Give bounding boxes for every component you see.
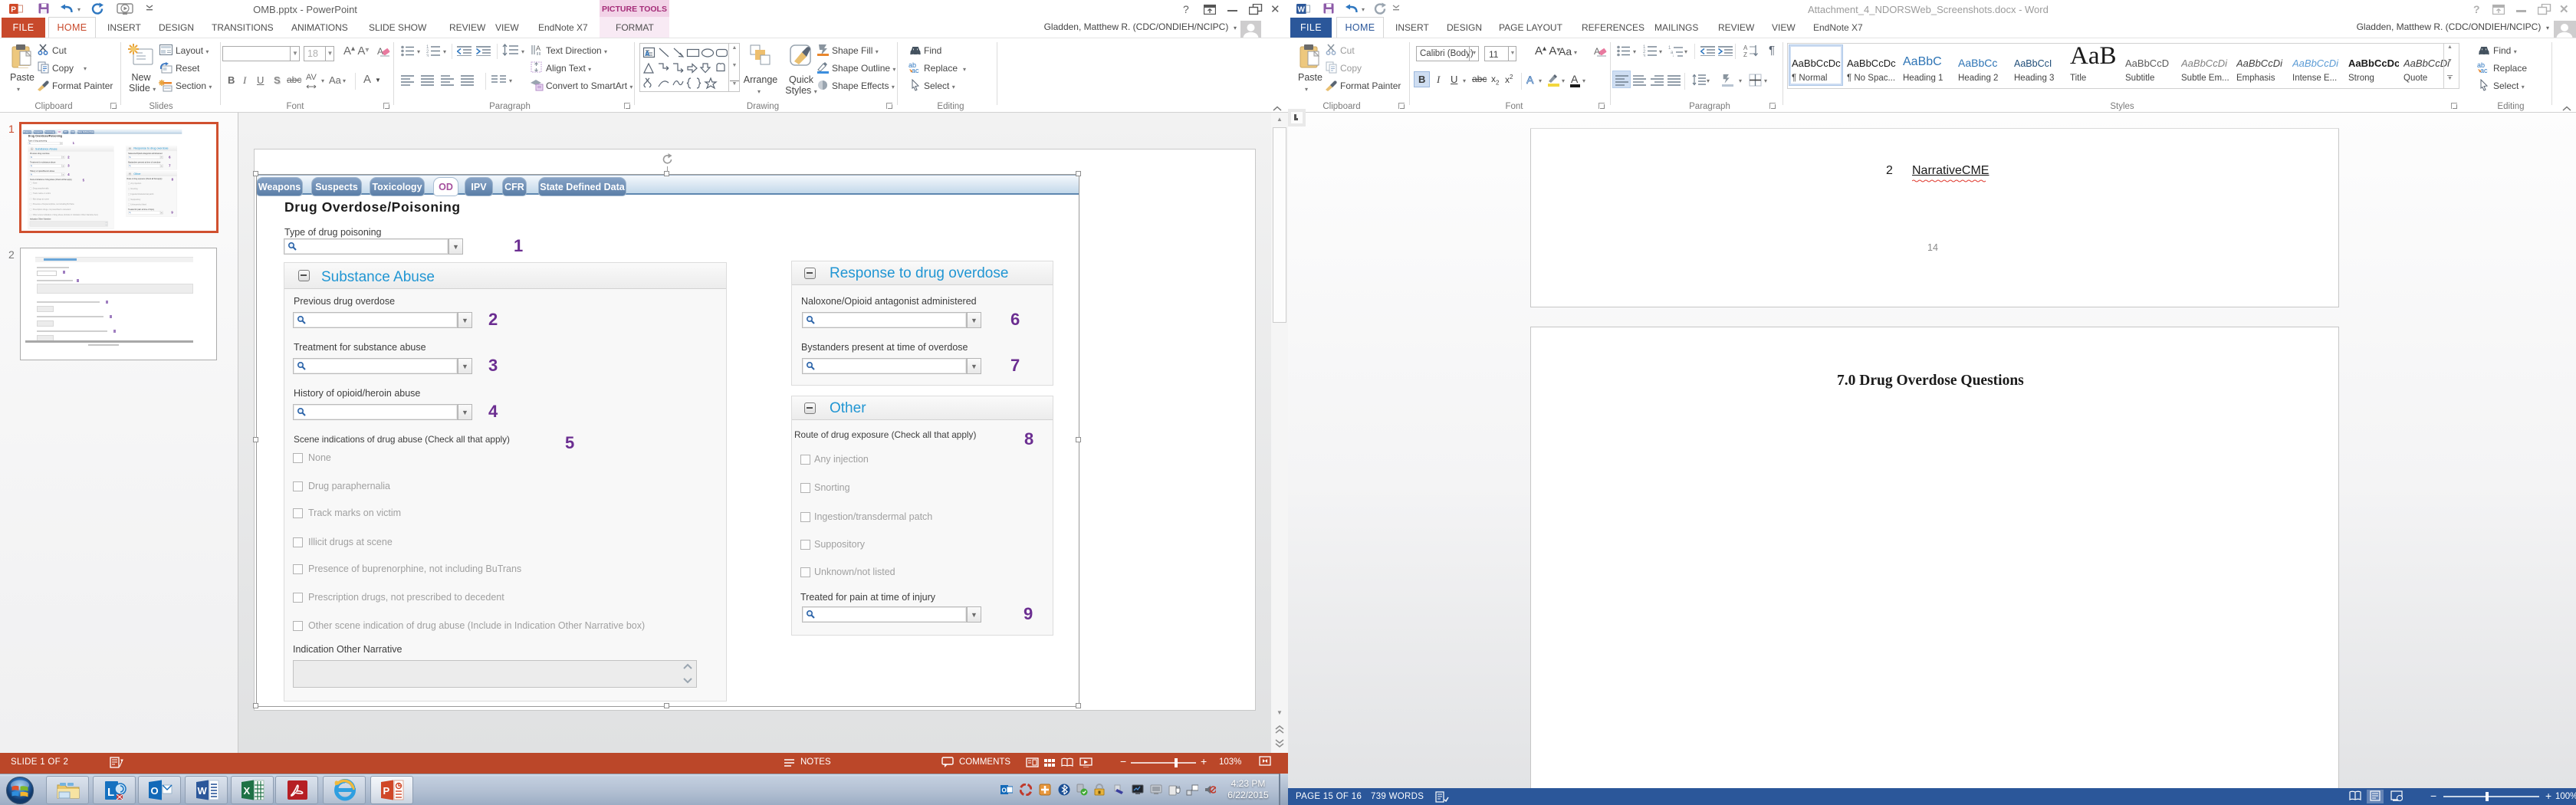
svg-text:L: L xyxy=(107,786,114,799)
svg-text:P: P xyxy=(383,785,390,797)
svg-text:A: A xyxy=(1594,46,1600,57)
svg-text:i: i xyxy=(1673,55,1674,57)
svg-text:3: 3 xyxy=(1643,54,1646,57)
svg-text:A: A xyxy=(377,46,383,57)
svg-text:W: W xyxy=(1298,6,1306,15)
svg-text:ac: ac xyxy=(2480,67,2488,74)
svg-text:P: P xyxy=(11,6,16,15)
svg-text:Z: Z xyxy=(1743,51,1747,58)
svg-text:A: A xyxy=(1526,74,1534,86)
svg-text:W: W xyxy=(198,785,208,797)
svg-text:O: O xyxy=(1002,787,1007,794)
svg-text:X: X xyxy=(244,785,251,797)
svg-text:A: A xyxy=(536,44,540,52)
svg-text:A: A xyxy=(645,50,650,58)
svg-text:O: O xyxy=(151,785,159,797)
svg-text:A: A xyxy=(1743,44,1748,51)
svg-text:3: 3 xyxy=(426,54,429,57)
svg-text:ac: ac xyxy=(912,67,919,74)
